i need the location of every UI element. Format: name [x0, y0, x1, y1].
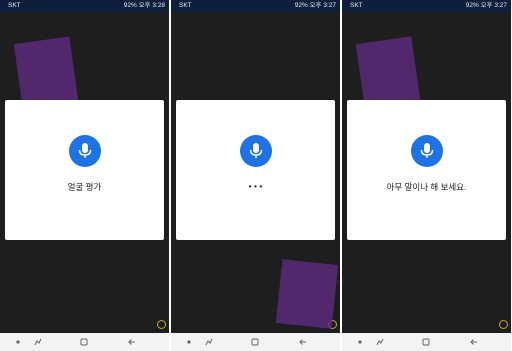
recent-apps-icon[interactable]	[375, 337, 385, 347]
status-bar: SKT 92% 오후 3:27	[171, 0, 340, 12]
clock: 오후 3:28	[138, 2, 165, 9]
navigation-bar	[342, 333, 511, 351]
home-icon[interactable]	[79, 337, 89, 347]
battery-level: 92%	[294, 2, 308, 9]
status-right: 92% 오후 3:27	[466, 0, 507, 12]
clock: 오후 3:27	[309, 2, 336, 9]
nav-dot-icon[interactable]	[355, 337, 365, 347]
status-right: 92% 오후 3:28	[124, 0, 165, 12]
microphone-icon	[78, 143, 91, 158]
voice-prompt-text: 얼굴 평가	[67, 182, 102, 192]
battery-level: 92%	[123, 2, 137, 9]
sticker-image	[275, 259, 339, 329]
nav-dot-icon[interactable]	[13, 337, 23, 347]
back-icon[interactable]	[127, 337, 137, 347]
carrier-label: SKT	[179, 2, 192, 9]
carrier-label: SKT	[350, 2, 363, 9]
back-icon[interactable]	[298, 337, 308, 347]
phone-screen-1: SKT 92% 오후 3:28 얼굴 평가	[0, 0, 169, 351]
home-icon[interactable]	[250, 337, 260, 347]
recent-apps-icon[interactable]	[204, 337, 214, 347]
phone-screen-3: SKT 92% 오후 3:27 아무 말이나 해 보세요.	[342, 0, 511, 351]
corner-badge-icon	[499, 320, 508, 329]
microphone-button[interactable]	[239, 135, 272, 167]
home-icon[interactable]	[421, 337, 431, 347]
microphone-button[interactable]	[68, 135, 101, 167]
sticker-image	[13, 36, 79, 108]
microphone-button[interactable]	[410, 135, 443, 167]
back-icon[interactable]	[469, 337, 479, 347]
voice-input-dialog: 아무 말이나 해 보세요.	[347, 100, 506, 240]
voice-input-dialog: 얼굴 평가	[5, 100, 164, 240]
corner-badge-icon	[157, 320, 166, 329]
recent-apps-icon[interactable]	[33, 337, 43, 347]
voice-input-dialog: • • •	[176, 100, 335, 240]
microphone-icon	[420, 143, 433, 158]
status-bar: SKT 92% 오후 3:28	[0, 0, 169, 12]
carrier-label: SKT	[8, 2, 21, 9]
status-right: 92% 오후 3:27	[295, 0, 336, 12]
navigation-bar	[171, 333, 340, 351]
sticker-image	[355, 36, 421, 108]
listening-indicator: • • •	[248, 181, 263, 191]
voice-prompt-text: 아무 말이나 해 보세요.	[386, 182, 467, 192]
clock: 오후 3:27	[480, 2, 507, 9]
battery-level: 92%	[465, 2, 479, 9]
nav-dot-icon[interactable]	[184, 337, 194, 347]
navigation-bar	[0, 333, 169, 351]
status-bar: SKT 92% 오후 3:27	[342, 0, 511, 12]
microphone-icon	[249, 143, 262, 158]
